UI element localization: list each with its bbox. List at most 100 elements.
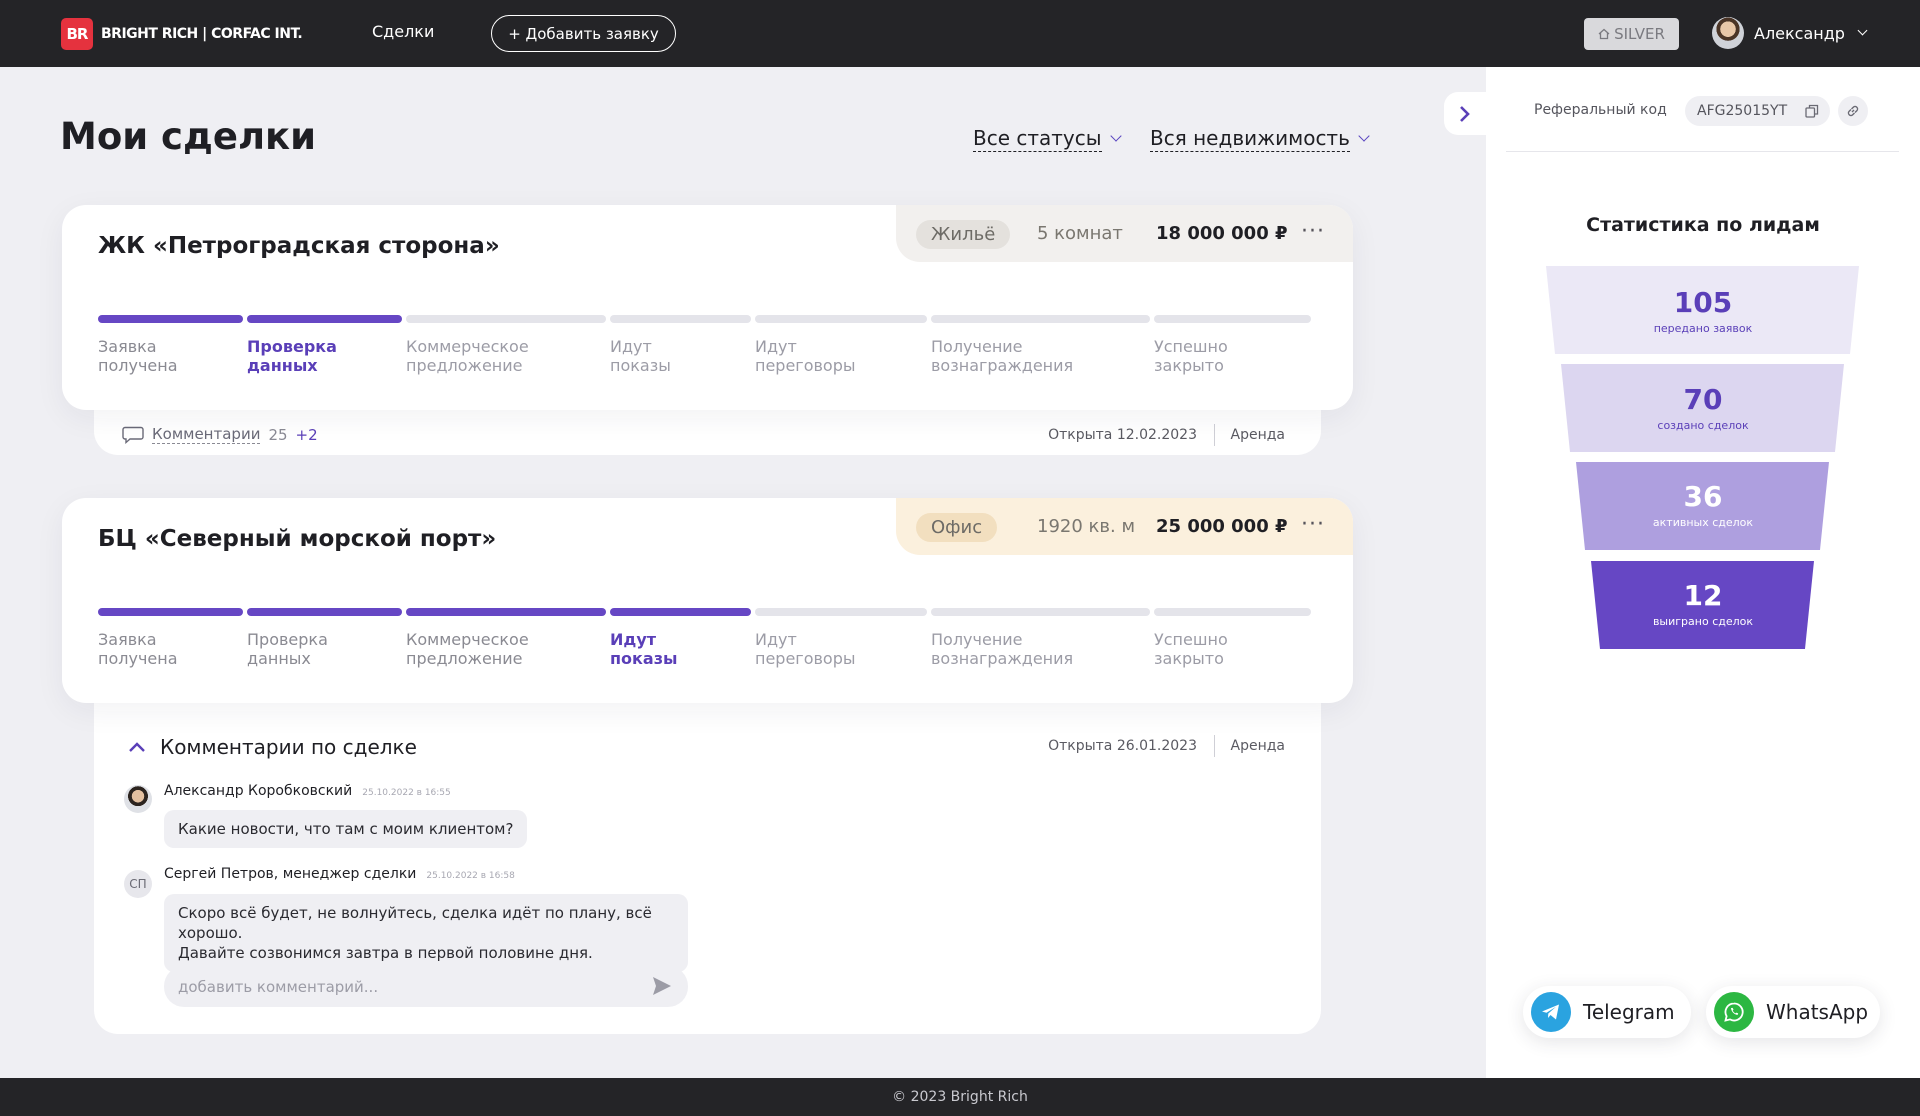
property-type-badge: Жильё [916,220,1011,249]
avatar [1712,17,1744,49]
tier-badge: SILVER [1584,18,1679,50]
stage-label: Проверка данных [247,337,337,375]
telegram-icon [1531,992,1571,1032]
stage-progress-bar [931,608,1150,616]
stage-progress-bar [1154,315,1311,323]
comment-icon [122,426,144,444]
logo-mark: BR [61,18,93,50]
whatsapp-button[interactable]: WhatsApp [1706,986,1880,1038]
lead-funnel [1546,266,1859,649]
stage-label: Успешно закрыто [1154,337,1228,375]
deal-title[interactable]: ЖК «Петроградская сторона» [98,233,500,259]
stage-label-line: вознаграждения [931,356,1074,375]
add-request-button[interactable]: + Добавить заявку [491,15,676,52]
copyright: © 2023 Bright Rich [892,1089,1028,1105]
comment-bubble: Скоро всё будет, не волнуйтесь, сделка и… [164,894,688,972]
collapse-sidebar-button[interactable] [1444,92,1486,135]
stage-label-line: Коммерческое [406,337,529,356]
tier-label: SILVER [1614,25,1665,43]
telegram-button[interactable]: Telegram [1523,986,1691,1038]
deal-info: Офис 1920 кв. м 25 000 000 ₽ ··· [896,498,1353,555]
comment-text: Скоро всё будет, не волнуйтесь, сделка и… [178,904,652,942]
home-icon [1598,28,1610,40]
property-filter[interactable]: Вся недвижимость [1150,126,1370,152]
comment-author-name: Сергей Петров, менеджер сделки [164,866,417,882]
stage-progress-bar [755,608,927,616]
stage-label: Коммерческое предложение [406,630,529,668]
stage-label-line: показы [610,356,671,375]
chevron-down-icon [1358,130,1370,142]
stage-label: Проверка данных [247,630,328,668]
deal-card[interactable]: ЖК «Петроградская сторона» Жильё 5 комна… [62,205,1353,410]
comment-author: Александр Коробковский 25.10.2022 в 16:55 [164,783,451,799]
funnel-value: 70 [1683,383,1723,416]
chevron-down-icon [1857,25,1868,35]
user-name: Александр [1754,23,1845,43]
deal-card[interactable]: БЦ «Северный морской порт» Офис 1920 кв.… [62,498,1353,703]
stage-label-line: Заявка [98,337,157,356]
whatsapp-icon [1714,992,1754,1032]
deal-title[interactable]: БЦ «Северный морской порт» [98,526,496,552]
chevron-right-icon [1460,105,1470,122]
comment-text: Какие новости, что там с моим клиентом? [178,820,514,838]
status-filter[interactable]: Все статусы [973,126,1122,152]
footer: © 2023 Bright Rich [0,1078,1920,1116]
stage-label-line: предложение [406,356,523,375]
stage-label-line: получена [98,649,178,668]
comments-label[interactable]: Комментарии [152,425,261,444]
collapse-comments[interactable]: Комментарии по сделке [128,735,417,759]
funnel-label: создано сделок [1657,419,1749,432]
comment-input[interactable] [164,966,688,1007]
stage-progress-bar [98,315,243,323]
stage-label: Идут показы [610,337,671,375]
nav-deals-link[interactable]: Сделки [372,22,434,41]
user-menu[interactable]: Александр [1712,17,1868,49]
comments-toggle[interactable]: Комментарии 25 +2 [122,425,318,444]
logo[interactable]: BR BRIGHT RICH | CORFAC INT. [61,18,303,50]
funnel-label: активных сделок [1652,516,1754,529]
stage-label-line: Успешно [1154,630,1228,649]
stage-tracker: Заявка получена Проверка данных Коммерческое… [98,315,1318,395]
stage-label: Успешно закрыто [1154,630,1228,668]
avatar [124,785,152,813]
deal-size: 1920 кв. м [1037,516,1136,537]
stage-progress-bar [98,608,243,616]
stage-label-line: Коммерческое [406,630,529,649]
divider [1214,424,1215,446]
chevron-down-icon [1109,130,1122,142]
more-menu-icon[interactable]: ··· [1301,219,1325,244]
top-bar: BR BRIGHT RICH | CORFAC INT. Сделки + До… [0,0,1920,67]
stage-label-line: закрыто [1154,356,1224,375]
stage-label-line: предложение [406,649,523,668]
stage-label-line: Идут [755,337,797,356]
more-menu-icon[interactable]: ··· [1301,512,1325,537]
comments-count: 25 [268,425,288,444]
deal-kind: Аренда [1230,427,1286,443]
stage-label-line: закрыто [1154,649,1224,668]
whatsapp-label: WhatsApp [1766,1000,1869,1024]
stage-label-line: Идут [755,630,797,649]
stage-label-line: Проверка [247,337,337,356]
deal-price: 18 000 000 ₽ [1156,223,1288,244]
comment-time: 25.10.2022 в 16:58 [426,871,515,881]
send-icon[interactable] [651,975,673,997]
comment-text: Давайте созвонимся завтра в первой полов… [178,944,593,962]
deal-price: 25 000 000 ₽ [1156,516,1288,537]
stage-label-line: Идут [610,337,652,356]
stage-label-line: переговоры [755,649,856,668]
stage-label: Получение вознаграждения [931,630,1073,668]
avatar: СП [124,870,152,898]
page-title: Мои сделки [60,115,317,158]
property-filter-label: Вся недвижимость [1150,126,1350,152]
stage-label-line: Идут [610,630,657,649]
funnel-value: 105 [1673,286,1733,319]
deal-kind: Аренда [1230,738,1286,754]
funnel-value: 36 [1683,480,1723,513]
stage-progress-bar [610,608,751,616]
comment-author: Сергей Петров, менеджер сделки 25.10.2022… [164,866,515,882]
telegram-label: Telegram [1583,1000,1675,1024]
stage-label: Заявка получена [98,630,178,668]
stage-progress-bar [755,315,927,323]
deal-opened-date: Открыта 26.01.2023 [1048,738,1197,754]
stage-label-line: переговоры [755,356,856,375]
